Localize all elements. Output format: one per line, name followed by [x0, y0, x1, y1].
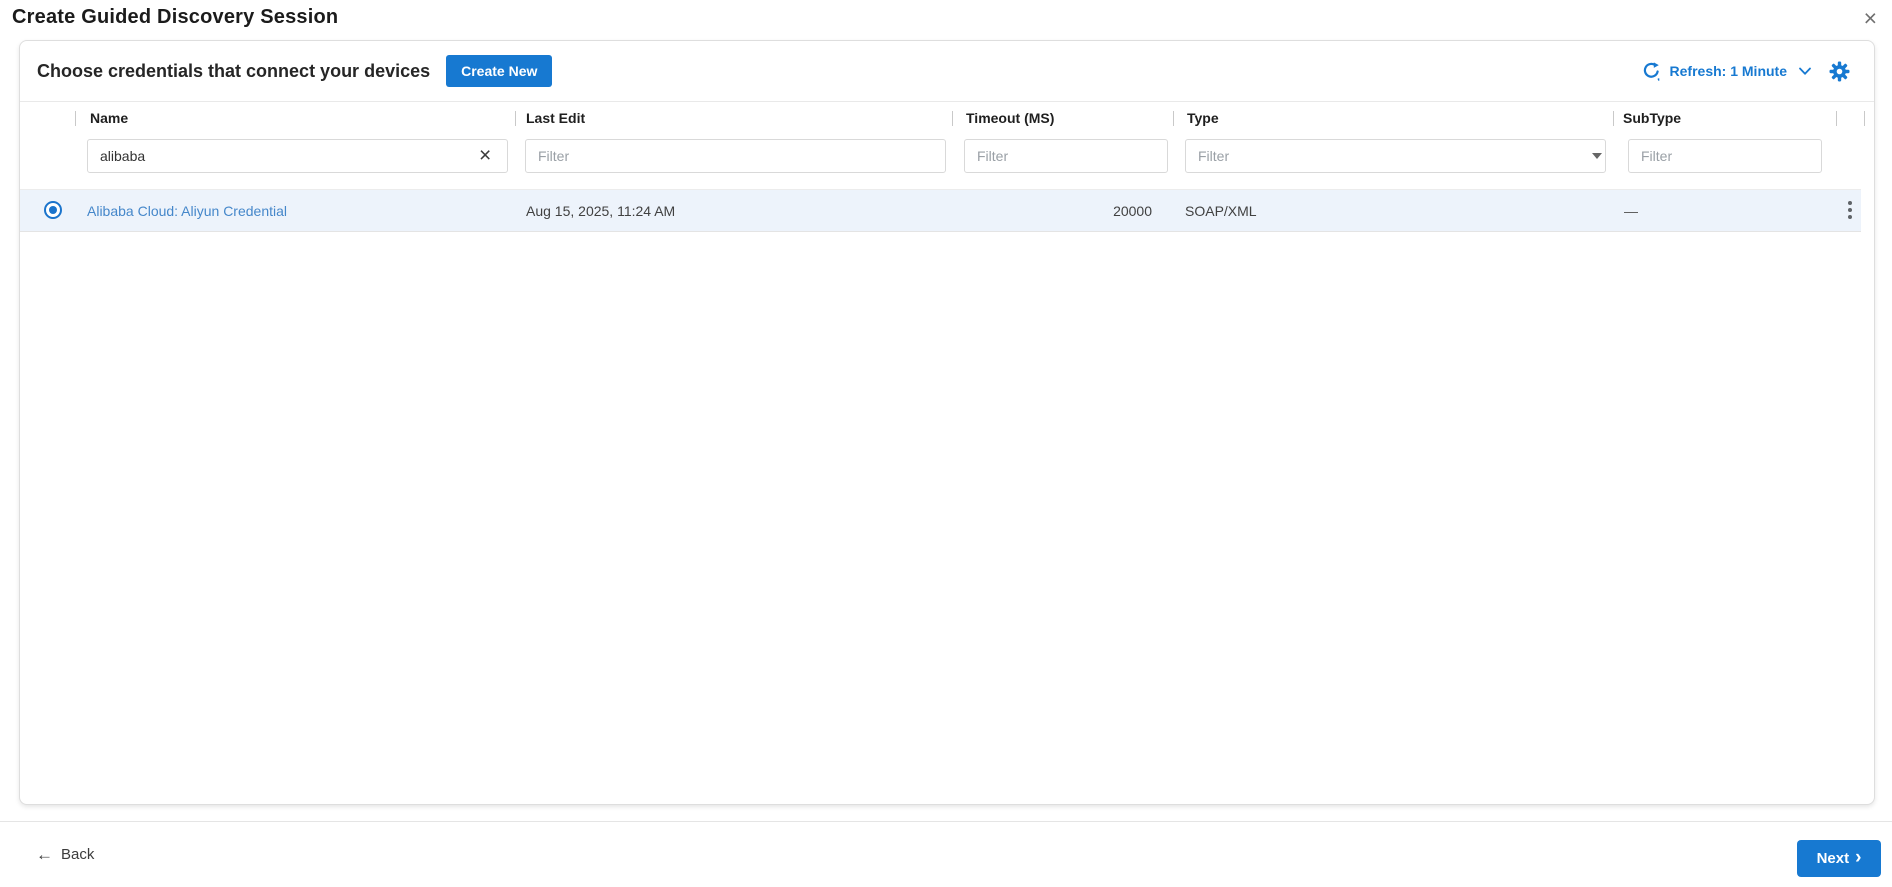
next-button[interactable]: Next › — [1797, 840, 1881, 877]
next-label: Next — [1816, 850, 1850, 867]
type-cell: SOAP/XML — [1185, 203, 1257, 219]
kebab-icon — [1848, 201, 1852, 205]
column-separator — [952, 111, 953, 126]
panel-heading: Choose credentials that connect your dev… — [37, 60, 431, 81]
panel-toolbar: Choose credentials that connect your dev… — [20, 41, 1874, 101]
refresh-icon: , — [1642, 61, 1661, 81]
column-header-name[interactable]: Name — [90, 110, 128, 126]
settings-gear-button[interactable] — [1829, 61, 1850, 82]
clear-icon: × — [479, 144, 492, 167]
column-separator — [515, 111, 516, 126]
row-radio-button[interactable] — [44, 201, 62, 219]
back-arrow-icon: ← — [36, 845, 53, 864]
table-top-divider — [20, 101, 1874, 102]
footer-divider — [0, 821, 1892, 822]
create-new-button[interactable]: Create New — [446, 55, 553, 87]
svg-text:,: , — [1657, 71, 1660, 81]
timeout-filter-input[interactable] — [964, 139, 1168, 173]
row-actions-kebab-button[interactable] — [1842, 198, 1858, 222]
back-button[interactable]: ← Back — [36, 846, 94, 863]
gear-icon — [1829, 61, 1850, 82]
last-edit-cell: Aug 15, 2025, 11:24 AM — [526, 203, 676, 219]
credentials-panel: Choose credentials that connect your dev… — [19, 40, 1875, 805]
subtype-filter-input[interactable] — [1628, 139, 1822, 173]
name-filter-input[interactable] — [87, 139, 508, 173]
credential-name-link[interactable]: Alibaba Cloud: Aliyun Credential — [87, 203, 287, 219]
column-separator — [1173, 111, 1174, 126]
back-label: Back — [61, 846, 95, 863]
radio-dot — [49, 206, 57, 214]
dropdown-arrow-icon[interactable] — [1592, 153, 1602, 159]
subtype-cell: — — [1624, 203, 1638, 219]
column-header-last-edit[interactable]: Last Edit — [526, 110, 585, 126]
column-header-timeout[interactable]: Timeout (MS) — [966, 110, 1054, 126]
timeout-cell: 20000 — [1113, 203, 1152, 219]
chevron-right-icon: › — [1855, 847, 1862, 868]
column-separator — [1864, 111, 1865, 126]
refresh-control[interactable]: , Refresh: 1 Minute — [1642, 61, 1811, 81]
column-header-type[interactable]: Type — [1187, 110, 1219, 126]
clear-filter-button[interactable]: × — [479, 142, 491, 170]
chevron-down-icon — [1799, 67, 1811, 76]
refresh-interval-label: Refresh: 1 Minute — [1669, 63, 1787, 79]
last-edit-filter-input[interactable] — [525, 139, 946, 173]
column-separator — [1613, 111, 1614, 126]
page-title: Create Guided Discovery Session — [12, 6, 339, 28]
column-separator — [75, 111, 76, 126]
column-separator — [1836, 111, 1837, 126]
type-filter-dropdown[interactable] — [1185, 139, 1606, 173]
column-header-subtype[interactable]: SubType — [1623, 110, 1681, 126]
close-button[interactable]: × — [1862, 5, 1879, 32]
close-icon: × — [1863, 5, 1877, 31]
table-row[interactable]: Alibaba Cloud: Aliyun Credential Aug 15,… — [20, 189, 1861, 232]
